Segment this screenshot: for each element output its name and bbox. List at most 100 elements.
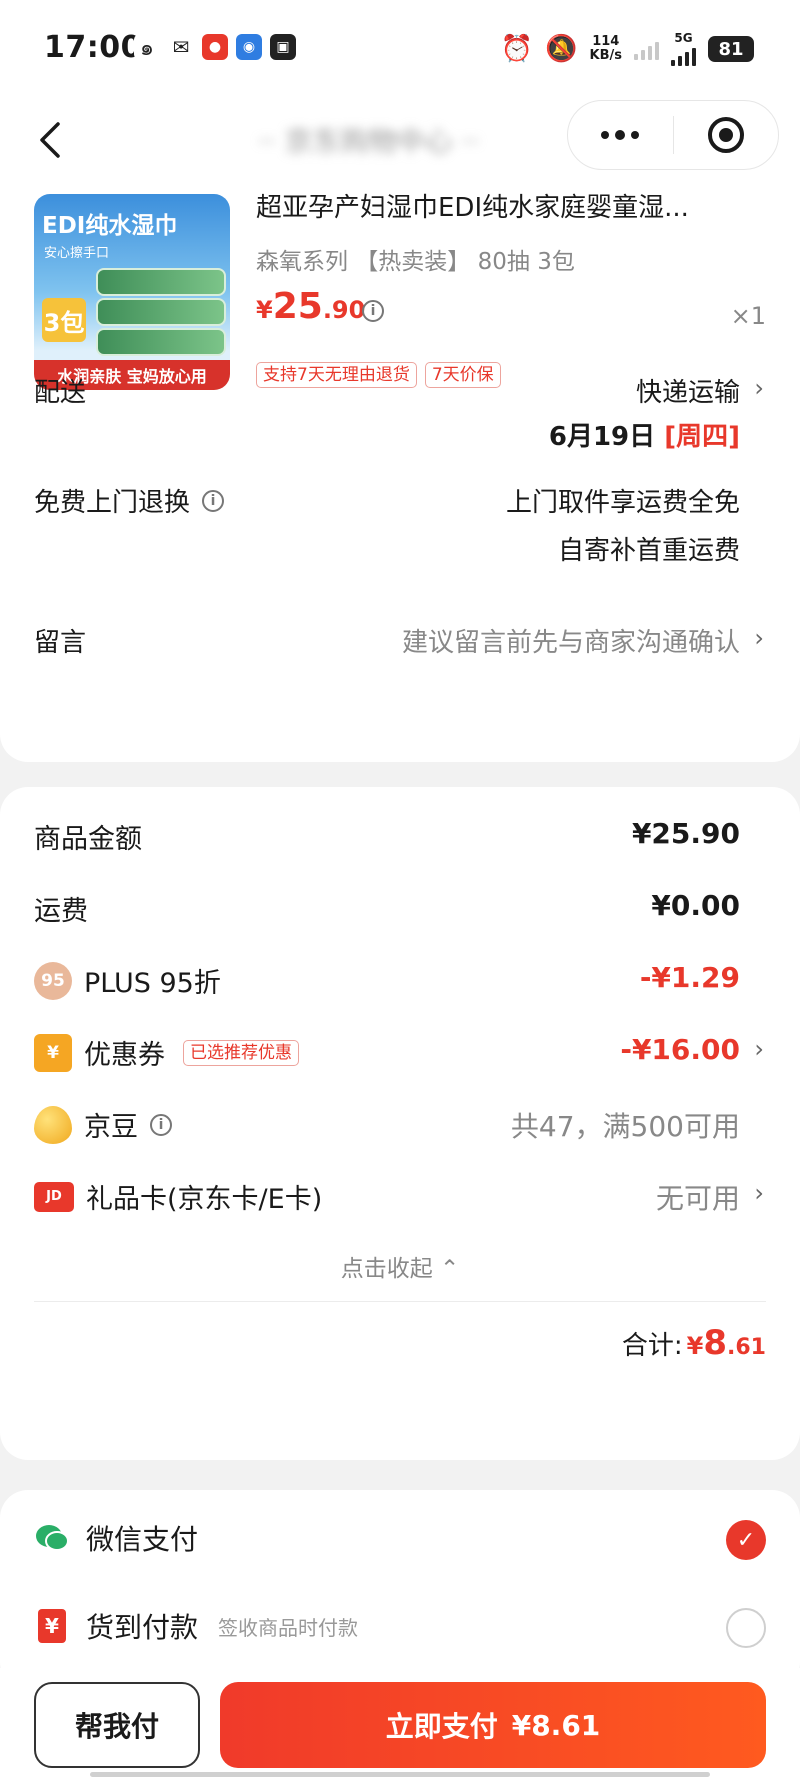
close-mini-program-button[interactable] (674, 100, 779, 170)
goods-amount-label: 商品金额 (34, 824, 142, 855)
mini-program-capsule (567, 100, 779, 170)
jd-app-icon: ● (202, 34, 228, 60)
order-total: 合计: ¥ 8 .61 (622, 1323, 766, 1363)
cod-radio-unchecked[interactable] (726, 1608, 766, 1648)
wechat-pay-radio-checked[interactable]: ✓ (726, 1520, 766, 1560)
chevron-right-icon: › (754, 1035, 764, 1063)
gift-card-row[interactable]: JD 礼品卡(京东卡/E卡) 无可用 › (0, 1165, 800, 1225)
tag-7day-return: 支持7天无理由退货 (256, 362, 417, 388)
coupon-label-wrap: ¥ 优惠券 已选推荐优惠 (34, 1033, 299, 1072)
alarm-icon: ⏰ (500, 34, 534, 64)
total-currency: ¥ (686, 1332, 704, 1360)
cod-label: 货到付款 (86, 1611, 199, 1644)
message-placeholder: 建议留言前先与商家沟通确认 (401, 628, 740, 658)
nav-bar: ·· 京东购物中心 ·· (0, 100, 800, 190)
plus-discount-value: -¥1.29 (639, 961, 740, 994)
wipes-pack-graphic (96, 298, 226, 326)
chevron-up-icon: ⌃ (440, 1256, 460, 1282)
home-indicator[interactable] (90, 1772, 710, 1777)
plus-discount-label: PLUS 95折 (84, 968, 221, 999)
jd-beans-label: 京豆 (84, 1112, 138, 1143)
wechat-pay-icon (34, 1520, 70, 1556)
more-dots-icon (601, 130, 640, 140)
back-button[interactable] (22, 112, 78, 168)
jd-card-icon: JD (34, 1181, 74, 1212)
page-title: ·· 京东购物中心 ·· (258, 125, 480, 158)
plus-discount-row: 95 PLUS 95折 -¥1.29 (0, 949, 800, 1009)
shipping-row: 运费 ¥0.00 (0, 877, 800, 937)
jd-beans-row: 京豆 i 共47，满500可用 (0, 1093, 800, 1153)
goods-amount-row: 商品金额 ¥25.90 (0, 805, 800, 865)
pay-now-button[interactable]: 立即支付 ¥8.61 (220, 1682, 766, 1768)
net-speed-value: 114 (592, 34, 620, 49)
product-image[interactable]: EDI纯水湿巾 安心擦手口 3包 水润亲肤 宝妈放心用 (34, 194, 230, 390)
plus-discount-label-wrap: 95 PLUS 95折 (34, 961, 221, 1000)
delivery-date-text: 6月19日 (548, 422, 656, 452)
cod-subtitle: 签收商品时付款 (218, 1615, 359, 1640)
return-line-2: 自寄补首重运费 (557, 536, 740, 566)
total-decimal: .61 (727, 1335, 766, 1360)
cod-label-wrap: ¥ 货到付款 签收商品时付款 (34, 1606, 358, 1646)
wipes-pack-graphic (96, 328, 226, 356)
delivery-date: 6月19日 [周四] (549, 416, 740, 453)
wipes-pack-graphic (96, 268, 226, 296)
price-integer: 25 (272, 286, 323, 327)
beans-info-icon[interactable]: i (150, 1113, 172, 1136)
return-line-1: 上门取件享运费全免 (505, 488, 740, 518)
status-time: 17:00 (44, 30, 142, 65)
net-speed-unit: KB/s (589, 48, 622, 63)
wechat-pay-option[interactable]: 微信支付 ✓ (0, 1504, 800, 1574)
price-info-icon[interactable]: i (362, 300, 384, 322)
collapse-toggle[interactable]: 点击收起 ⌃ (0, 1249, 800, 1283)
coupon-icon: ¥ (34, 1033, 72, 1072)
shipping-value: ¥0.00 (651, 889, 740, 922)
chevron-right-icon: › (754, 1179, 764, 1207)
product-spec: 森氧系列 【热卖装】 80抽 3包 (256, 249, 575, 275)
help-me-pay-button[interactable]: 帮我付 (34, 1682, 200, 1768)
cash-on-delivery-option[interactable]: ¥ 货到付款 签收商品时付款 (0, 1592, 800, 1662)
price-decimal: .90 (322, 296, 366, 324)
game-app-icon: ▣ (270, 34, 296, 60)
signal-sim2-icon (634, 38, 659, 60)
delivery-method: 快递运输 (635, 378, 740, 408)
coupon-badge: 已选推荐优惠 (183, 1039, 299, 1066)
coupon-label: 优惠券 (84, 1040, 165, 1071)
shipping-label: 运费 (34, 896, 88, 927)
back-arrow-icon (40, 122, 60, 158)
pay-now-label: 立即支付 (385, 1710, 498, 1743)
plus-95-badge-icon: 95 (34, 961, 72, 1000)
delivery-weekday: [周四] (664, 422, 740, 452)
product-price: ¥ 25 .90 (256, 286, 365, 327)
cod-icon: ¥ (34, 1608, 70, 1644)
product-title[interactable]: 超亚孕产妇湿巾EDI纯水家庭婴童湿... (256, 190, 756, 226)
wechat-pay-label: 微信支付 (86, 1523, 199, 1556)
delivery-label: 配送 (34, 378, 87, 408)
image-count-badge: 3包 (42, 298, 86, 342)
status-right: ⏰ 🔕 114 KB/s 5G 81 (501, 32, 754, 66)
chevron-right-icon: › (754, 374, 764, 402)
free-return-label: 免费上门退换 i (34, 482, 225, 519)
network-type: 5G (674, 31, 693, 45)
total-integer: 8 (703, 1323, 728, 1363)
return-info-icon[interactable]: i (202, 489, 225, 512)
jd-beans-label-wrap: 京豆 i (34, 1105, 172, 1144)
signal-5g: 5G (671, 32, 696, 66)
jd-bean-icon (34, 1105, 72, 1144)
wechat-icon: ✉ (168, 34, 194, 60)
bottom-action-bar: 帮我付 立即支付 ¥8.61 (0, 1668, 800, 1777)
tag-price-protect: 7天价保 (424, 362, 501, 388)
mute-icon: 🔕 (545, 34, 578, 64)
more-button[interactable] (568, 100, 673, 170)
chevron-right-icon: › (754, 624, 764, 652)
order-card: EDI纯水湿巾 安心擦手口 3包 水润亲肤 宝妈放心用 超亚孕产妇湿巾EDI纯水… (0, 190, 800, 762)
service-tags: 支持7天无理由退货 7天价保 (256, 362, 501, 388)
gift-card-value: 无可用 (655, 1182, 740, 1215)
coupon-row[interactable]: ¥ 优惠券 已选推荐优惠 -¥16.00 › (0, 1021, 800, 1081)
pay-now-amount: ¥8.61 (511, 1708, 601, 1742)
total-label: 合计: (621, 1331, 683, 1361)
coupon-value: -¥16.00 (620, 1033, 740, 1066)
battery-icon: 81 (708, 36, 754, 62)
free-return-text: 免费上门退换 (34, 488, 191, 518)
gift-card-label: 礼品卡(京东卡/E卡) (86, 1184, 323, 1215)
jd-beans-value: 共47，满500可用 (510, 1110, 740, 1143)
